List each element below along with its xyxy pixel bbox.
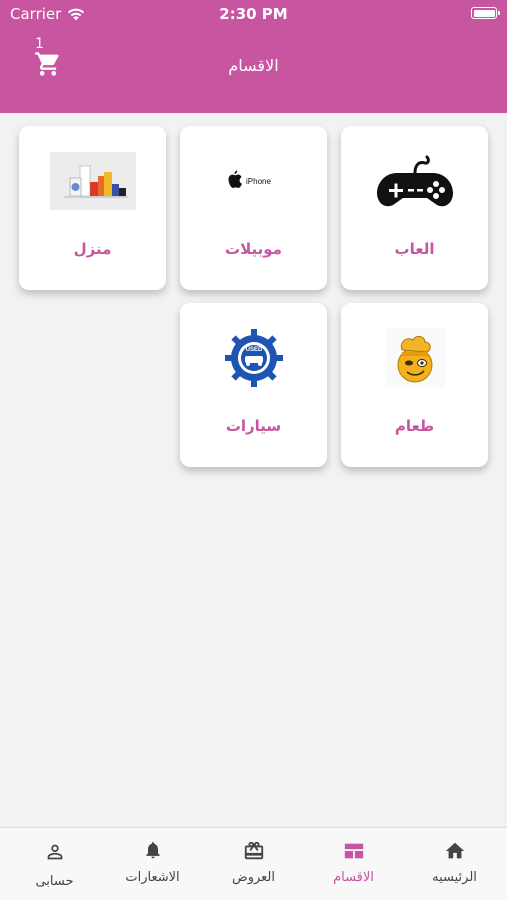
category-card-cars[interactable]: USED سيارات xyxy=(180,303,327,467)
tab-home[interactable]: الرئيسيه xyxy=(404,828,505,900)
gift-icon xyxy=(244,841,263,860)
tab-account[interactable]: حسابى xyxy=(4,828,105,900)
tab-label: حسابى xyxy=(35,874,74,889)
clock: 2:30 PM xyxy=(219,5,288,23)
category-card-food[interactable]: طعام xyxy=(341,303,488,467)
bell-icon xyxy=(145,842,160,859)
category-label: العاب xyxy=(394,240,435,258)
user-icon xyxy=(47,844,62,860)
category-card-mobiles[interactable]: iPhone موبيلات xyxy=(180,126,327,290)
gamepad-icon xyxy=(372,152,458,210)
category-card-games[interactable]: العاب xyxy=(341,126,488,290)
categories-icon xyxy=(344,843,363,859)
tab-label: العروض xyxy=(231,870,275,885)
category-label: طعام xyxy=(394,417,435,435)
page-title: الاقسام xyxy=(228,56,279,75)
tab-notifications[interactable]: الاشعارات xyxy=(102,828,203,900)
tab-label: الاشعارات xyxy=(125,870,180,885)
iphone-logo-image: iPhone xyxy=(211,152,297,210)
chef-emoji-image xyxy=(372,328,458,388)
battery-icon xyxy=(471,7,500,19)
bottom-tab-bar: الرئيسيه الاقسام العروض الاشعارات حسابى xyxy=(0,827,507,900)
category-label: منزل xyxy=(73,240,112,258)
category-label: سيارات xyxy=(225,417,282,435)
tab-label: الاقسام xyxy=(333,870,374,885)
category-card-home[interactable]: منزل xyxy=(19,126,166,290)
svg-text:USED: USED xyxy=(246,347,263,353)
category-label: موبيلات xyxy=(225,240,282,258)
used-gear-logo-image: USED xyxy=(211,329,297,387)
status-bar: Carrier 2:30 PM xyxy=(0,0,507,28)
home-appliances-image xyxy=(50,152,136,210)
home-icon xyxy=(445,842,464,859)
tab-categories[interactable]: الاقسام xyxy=(303,828,404,900)
svg-text:iPhone: iPhone xyxy=(246,177,271,186)
tab-label: الرئيسيه xyxy=(432,870,477,885)
app-header: Carrier 2:30 PM 1 الاقسام xyxy=(0,0,507,113)
tab-offers[interactable]: العروض xyxy=(203,828,304,900)
